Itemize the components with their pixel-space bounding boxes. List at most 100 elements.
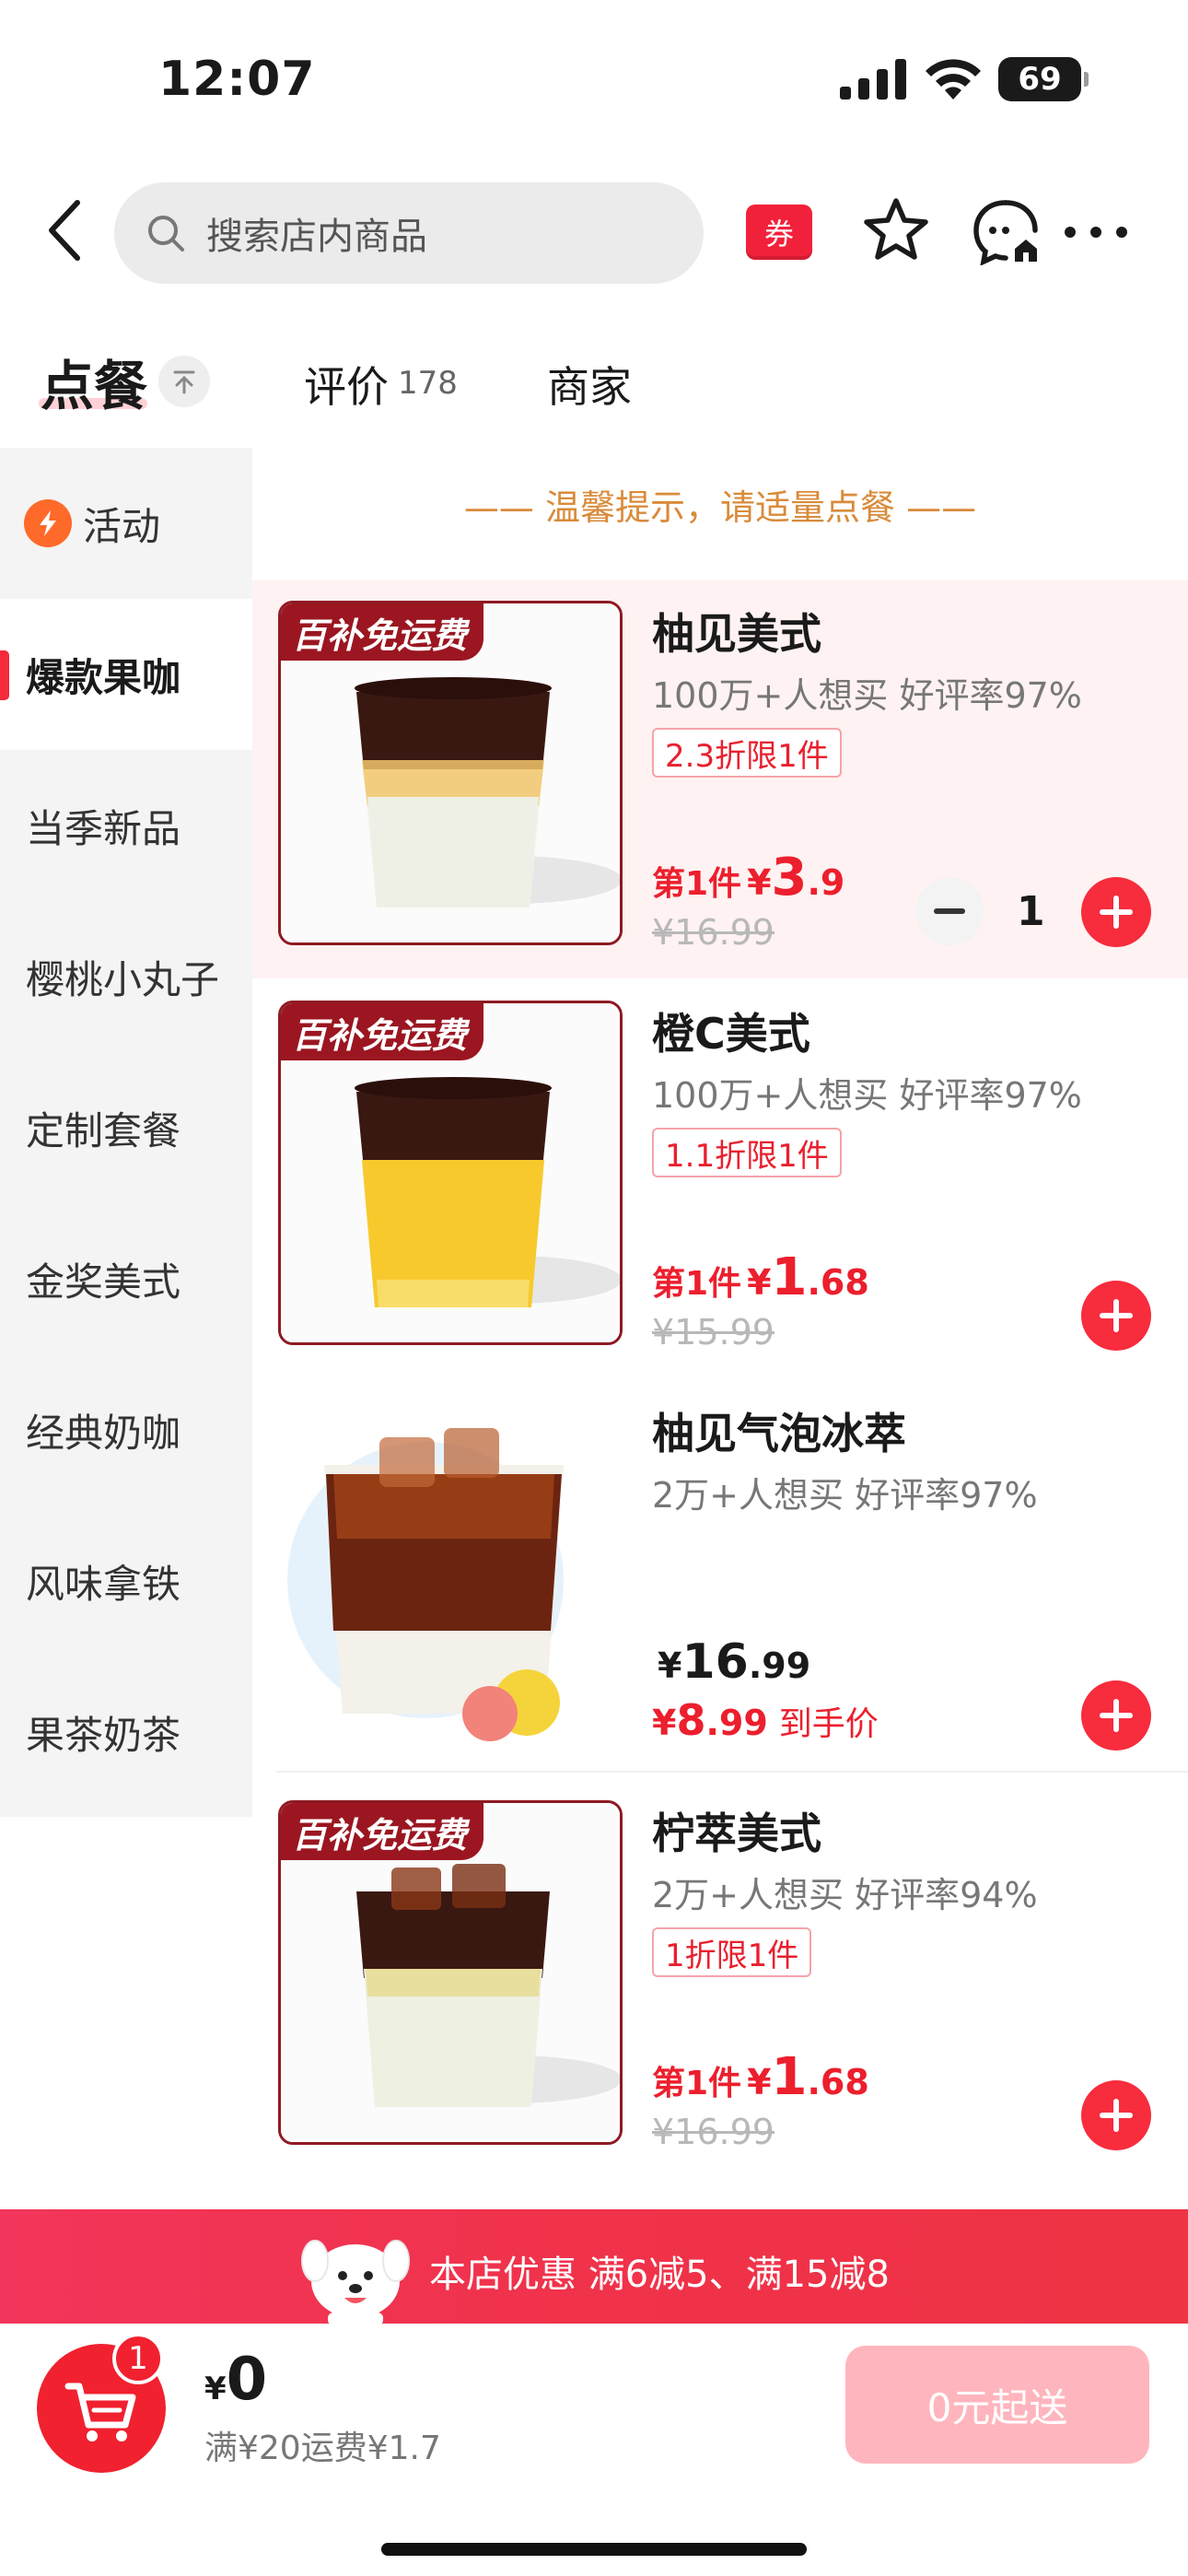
delivery-fee-text: 满¥20运费¥1.7 xyxy=(204,2430,441,2467)
tab-merchant[interactable]: 商家 xyxy=(547,354,632,415)
original-price: ¥16.99 xyxy=(652,2112,775,2152)
price-integer: 1 xyxy=(771,1247,808,1307)
cart-count-badge: 1 xyxy=(112,2333,164,2384)
original-price: ¥16.99 xyxy=(652,912,775,953)
add-to-cart-button[interactable] xyxy=(1081,1680,1151,1751)
final-price: ¥ 8 .99 到手价 xyxy=(652,1695,879,1745)
sidebar-item-label: 定制套餐 xyxy=(26,1107,181,1153)
sidebar-item-milk-coffee[interactable]: 经典奶咖 xyxy=(0,1354,252,1505)
collapse-icon[interactable] xyxy=(158,356,210,407)
subsidy-tag: 百补免运费 xyxy=(281,1803,484,1860)
sidebar-item-seasonal[interactable]: 当季新品 xyxy=(0,750,252,901)
product-price: ¥ 16 .99 xyxy=(652,1634,810,1690)
product-name: 橙C美式 xyxy=(652,1009,810,1059)
price-integer: 3 xyxy=(771,848,808,907)
product-name: 柚见美式 xyxy=(652,609,821,659)
mascot-dog-icon xyxy=(301,2240,410,2325)
cellular-signal-icon xyxy=(840,59,906,100)
sidebar-item-hot-fruit-coffee[interactable]: 爆款果咖 xyxy=(0,599,252,750)
discount-badge: 1折限1件 xyxy=(652,1927,812,1977)
sidebar-item-label: 樱桃小丸子 xyxy=(26,956,220,1002)
sidebar-item-combo[interactable]: 定制套餐 xyxy=(0,1052,252,1203)
price-decimal: .9 xyxy=(807,862,845,903)
discount-badge: 2.3折限1件 xyxy=(652,728,842,778)
product-stats: 100万+人想买 好评率97% xyxy=(652,675,1082,716)
back-arrow-icon[interactable] xyxy=(41,197,88,263)
add-to-cart-button[interactable] xyxy=(1081,2080,1151,2150)
customer-service-icon[interactable] xyxy=(971,197,1041,265)
price-decimal: .99 xyxy=(748,1645,811,1686)
product-image[interactable]: 百补免运费 xyxy=(278,1001,623,1345)
search-bar[interactable]: 搜索店内商品 xyxy=(114,182,704,284)
sidebar-item-label: 果茶奶茶 xyxy=(26,1712,181,1758)
product-card[interactable]: 百补免运费 橙C美式 100万+人想买 好评率97% 1.1折限1件 第1件 ¥… xyxy=(252,980,1188,1378)
price-integer: 16 xyxy=(681,1634,749,1690)
flash-icon xyxy=(24,499,72,547)
product-image[interactable]: 百补免运费 xyxy=(278,601,623,945)
search-icon xyxy=(148,216,184,252)
price-currency: ¥ xyxy=(658,1645,682,1686)
category-sidebar: 活动 爆款果咖 当季新品 樱桃小丸子 定制套餐 金奖美式 经典奶咖 风味拿铁 果… xyxy=(0,448,252,1817)
product-price: 第1件 ¥ 1 .68 xyxy=(652,2047,869,2107)
checkout-button[interactable]: 0元起送 xyxy=(845,2346,1149,2464)
product-image[interactable]: 百补免运费 xyxy=(278,1800,623,2145)
price-decimal: .99 xyxy=(705,1703,768,1743)
cart-total: ¥ 0 xyxy=(204,2346,267,2414)
product-stats: 2万+人想买 好评率97% xyxy=(652,1475,1038,1516)
search-placeholder: 搜索店内商品 xyxy=(206,216,427,258)
store-promo-banner[interactable]: 本店优惠 满6减5、满15减8 xyxy=(0,2209,1188,2325)
status-time: 12:07 xyxy=(158,52,316,107)
final-price-label: 到手价 xyxy=(778,1705,879,1743)
review-count: 178 xyxy=(398,365,458,402)
sidebar-item-label: 当季新品 xyxy=(26,805,181,851)
sidebar-item-latte[interactable]: 风味拿铁 xyxy=(0,1505,252,1657)
tab-order[interactable]: 点餐 xyxy=(41,343,147,420)
sidebar-item-label: 金奖美式 xyxy=(26,1259,181,1305)
price-currency: ¥ xyxy=(747,1262,772,1303)
price-prefix: 第1件 xyxy=(652,2065,742,2102)
favorite-star-icon[interactable] xyxy=(862,195,930,263)
product-card[interactable]: 百补免运费 柚见美式 100万+人想买 好评率97% 2.3折限1件 第1件 ¥… xyxy=(252,580,1188,978)
sidebar-item-label: 活动 xyxy=(83,503,161,549)
wifi-icon xyxy=(926,59,981,100)
product-stats: 100万+人想买 好评率97% xyxy=(652,1075,1082,1116)
subsidy-tag: 百补免运费 xyxy=(281,603,484,661)
subsidy-tag: 百补免运费 xyxy=(281,1003,484,1060)
discount-badge: 1.1折限1件 xyxy=(652,1128,842,1177)
price-currency: ¥ xyxy=(747,862,772,903)
add-to-cart-button[interactable] xyxy=(1081,1281,1151,1351)
price-integer: 1 xyxy=(771,2047,808,2107)
divider xyxy=(276,1771,1188,1773)
price-prefix: 第1件 xyxy=(652,1265,742,1303)
home-indicator[interactable] xyxy=(381,2543,807,2556)
coupon-button[interactable]: 券 xyxy=(746,205,812,260)
product-card[interactable]: 百补免运费 柠萃美式 2万+人想买 好评率94% 1折限1件 第1件 ¥ 1 .… xyxy=(252,1780,1188,2178)
price-currency: ¥ xyxy=(652,1703,677,1743)
product-price: 第1件 ¥ 1 .68 xyxy=(652,1247,869,1307)
total-currency: ¥ xyxy=(204,2371,227,2407)
product-stats: 2万+人想买 好评率94% xyxy=(652,1875,1038,1915)
quantity-value: 1 xyxy=(1017,888,1045,935)
sidebar-item-americano[interactable]: 金奖美式 xyxy=(0,1203,252,1354)
price-prefix: 第1件 xyxy=(652,865,742,903)
decrease-quantity-button[interactable] xyxy=(915,877,984,945)
promo-text: 本店优惠 满6减5、满15减8 xyxy=(429,2254,890,2296)
product-name: 柠萃美式 xyxy=(652,1809,821,1858)
notice-tip: —— 温馨提示，请适量点餐 —— xyxy=(463,487,977,528)
sidebar-item-label: 经典奶咖 xyxy=(26,1410,181,1456)
more-options-icon[interactable] xyxy=(1061,208,1131,256)
sidebar-item-label: 风味拿铁 xyxy=(26,1561,181,1607)
sidebar-item-cherry[interactable]: 樱桃小丸子 xyxy=(0,901,252,1052)
original-price: ¥15.99 xyxy=(652,1312,775,1352)
price-decimal: .68 xyxy=(807,1262,869,1303)
price-currency: ¥ xyxy=(747,2062,772,2102)
tab-review[interactable]: 评价 xyxy=(304,354,389,415)
total-amount: 0 xyxy=(226,2346,268,2414)
add-to-cart-button[interactable] xyxy=(1081,877,1151,947)
price-decimal: .68 xyxy=(807,2062,869,2102)
sidebar-item-fruit-tea[interactable]: 果茶奶茶 xyxy=(0,1657,252,1808)
sidebar-item-activity[interactable]: 活动 xyxy=(0,448,252,599)
product-image[interactable] xyxy=(278,1400,623,1745)
price-integer: 8 xyxy=(676,1695,706,1745)
product-card[interactable]: 柚见气泡冰萃 2万+人想买 好评率97% ¥ 16 .99 ¥ 8 .99 到手… xyxy=(252,1380,1188,1778)
